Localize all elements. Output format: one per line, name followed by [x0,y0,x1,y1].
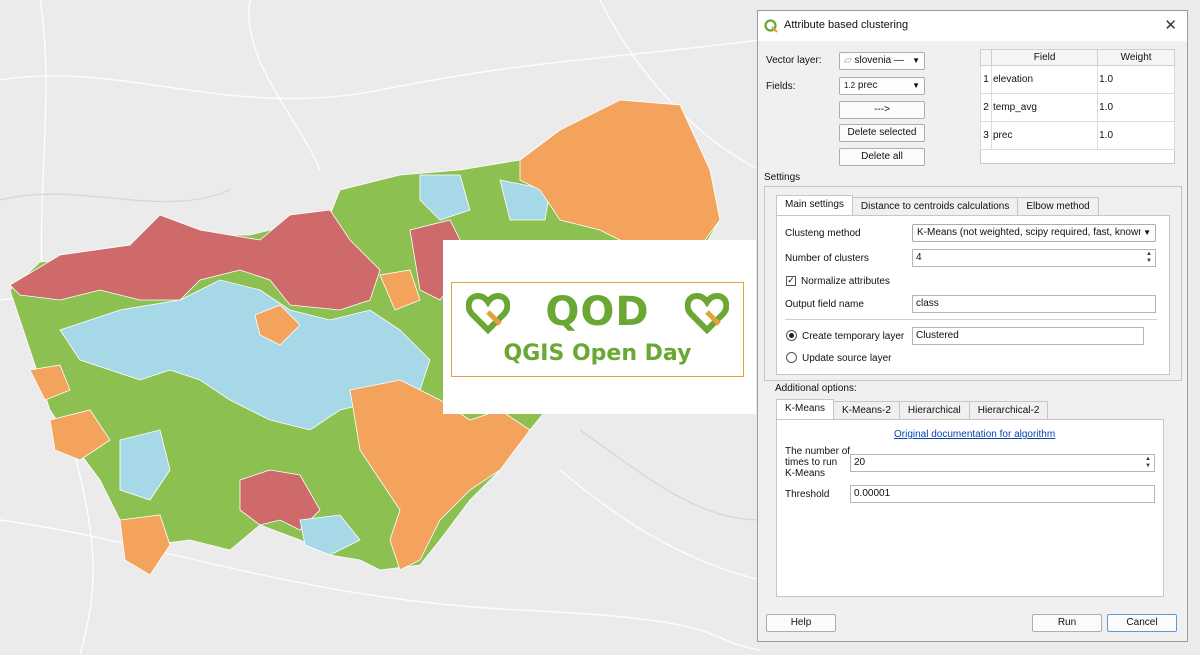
tab-k-means-2[interactable]: K-Means-2 [833,401,900,420]
fields-value: prec [857,80,878,91]
weights-table: Field Weight 1 elevation 1.0 2 temp_avg … [980,49,1175,150]
documentation-link[interactable]: Original documentation for algorithm [894,429,1055,440]
logo-main-text: QOD [545,289,650,335]
chevron-down-icon: ▼ [912,81,920,90]
add-field-button[interactable]: ---> [839,101,925,119]
qgis-heart-icon [685,292,729,334]
chevron-down-icon: ▼ [912,56,920,65]
threshold-input[interactable]: 0.00001 [850,485,1155,503]
spin-arrows-icon[interactable]: ▲ ▼ [1144,251,1154,265]
run-button[interactable]: Run [1032,614,1102,632]
output-field-label: Output field name [785,299,864,310]
chevron-down-icon: ▼ [1141,225,1151,241]
output-field-input[interactable]: class [912,295,1156,313]
number-of-clusters-value: 4 [916,252,922,263]
delete-selected-button[interactable]: Delete selected [839,124,925,142]
settings-label: Settings [764,172,801,183]
field-cell[interactable]: elevation [990,65,1099,94]
row-index-header [980,49,992,66]
table-row[interactable]: 3 prec 1.0 [980,121,1175,150]
weight-column-header: Weight [1097,49,1175,66]
delete-all-button[interactable]: Delete all [839,148,925,166]
logo-subtitle: QGIS Open Day [503,341,692,366]
update-source-layer-label: Update source layer [802,353,892,364]
runs-value: 20 [854,457,866,468]
tab-main-settings[interactable]: Main settings [776,195,853,216]
table-row[interactable]: 1 elevation 1.0 [980,65,1175,94]
table-header-row: Field Weight [980,49,1175,66]
runs-label-line2: times to run [785,457,838,468]
number-of-clusters-label: Number of clusters [785,253,869,264]
number-of-clusters-spinbox[interactable]: 4 ▲ ▼ [912,249,1156,267]
qod-logo-frame: QOD QGIS Open Day [451,282,744,377]
dialog-title: Attribute based clustering [784,19,909,31]
weight-cell[interactable]: 1.0 [1097,121,1175,150]
fields-select[interactable]: 1.2 prec ▼ [839,77,925,95]
polygon-layer-icon: ▱ [844,55,855,66]
normalize-label: Normalize attributes [801,276,890,287]
weight-cell[interactable]: 1.0 [1097,65,1175,94]
qod-logo-card: QOD QGIS Open Day [443,240,756,414]
temporary-layer-name-input[interactable]: Clustered [912,327,1144,345]
vector-layer-value: slovenia — [854,55,904,66]
close-icon[interactable]: ✕ [1164,16,1177,34]
normalize-checkbox[interactable]: ✓ [786,276,796,286]
clustering-method-label: Clusteng method [785,228,861,239]
weight-cell[interactable]: 1.0 [1097,93,1175,122]
row-index: 3 [980,121,992,150]
cancel-button[interactable]: Cancel [1107,614,1177,632]
additional-options-label: Additional options: [775,383,857,394]
runs-label-line1: The number of [785,446,851,457]
tab-elbow-method[interactable]: Elbow method [1017,197,1099,216]
fields-label: Fields: [766,81,796,92]
field-cell[interactable]: prec [990,121,1099,150]
help-button[interactable]: Help [766,614,836,632]
row-index: 2 [980,93,992,122]
update-source-layer-radio[interactable] [786,352,797,363]
spin-arrows-icon[interactable]: ▲ ▼ [1143,456,1153,470]
table-row[interactable]: 2 temp_avg 1.0 [980,93,1175,122]
clustering-method-select[interactable]: K-Means (not weighted, scipy required, f… [912,224,1156,242]
temporary-layer-name-value: Clustered [916,330,959,341]
tab-hierarchical-2[interactable]: Hierarchical-2 [968,401,1049,420]
settings-divider [785,319,1157,320]
threshold-value: 0.00001 [854,488,891,499]
row-index: 1 [980,65,992,94]
vector-layer-label: Vector layer: [766,55,822,66]
qgis-logo-icon [764,19,778,33]
tab-k-means[interactable]: K-Means [776,399,835,420]
runs-label-line3: K-Means [785,468,826,479]
numeric-field-icon: 1.2 [844,81,856,90]
create-temporary-layer-label: Create temporary layer [802,331,905,342]
vector-layer-select[interactable]: ▱ slovenia — ▼ [839,52,925,70]
attribute-clustering-dialog: Attribute based clustering ✕ Vector laye… [757,10,1188,642]
create-temporary-layer-radio[interactable] [786,330,797,341]
tab-distance-to-centroids[interactable]: Distance to centroids calculations [851,197,1019,216]
threshold-label: Threshold [785,489,830,500]
qgis-heart-icon [466,292,510,334]
field-column-header: Field [990,49,1099,66]
output-field-value: class [916,298,939,309]
field-cell[interactable]: temp_avg [990,93,1099,122]
clustering-method-value: K-Means (not weighted, scipy required, f… [917,227,1144,238]
dialog-titlebar: Attribute based clustering ✕ [758,11,1187,41]
tab-hierarchical[interactable]: Hierarchical [898,401,970,420]
runs-spinbox[interactable]: 20 ▲ ▼ [850,454,1155,472]
